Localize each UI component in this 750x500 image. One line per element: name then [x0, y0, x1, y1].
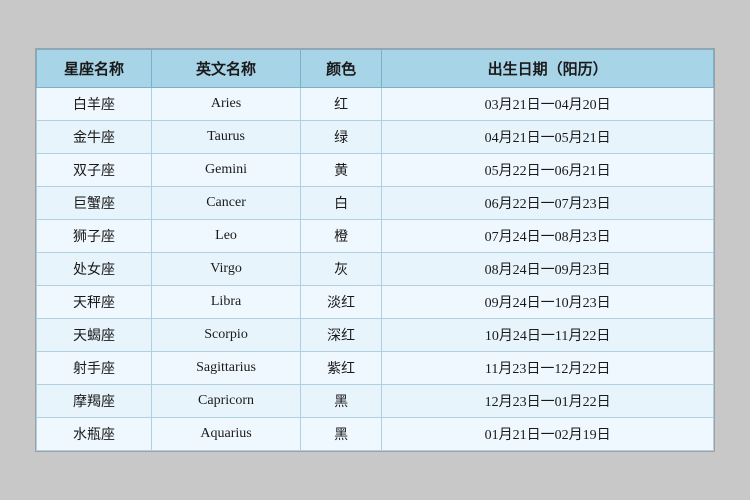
cell-color: 黑	[301, 385, 382, 418]
cell-date: 09月24日一10月23日	[382, 286, 714, 319]
cell-date: 04月21日一05月21日	[382, 121, 714, 154]
cell-date: 10月24日一11月22日	[382, 319, 714, 352]
cell-color: 灰	[301, 253, 382, 286]
cell-zh: 白羊座	[37, 88, 152, 121]
cell-date: 12月23日一01月22日	[382, 385, 714, 418]
cell-color: 绿	[301, 121, 382, 154]
cell-color: 黄	[301, 154, 382, 187]
cell-color: 紫红	[301, 352, 382, 385]
zodiac-table-container: 星座名称 英文名称 颜色 出生日期（阳历） 白羊座Aries红03月21日一04…	[35, 48, 715, 452]
table-row: 摩羯座Capricorn黑12月23日一01月22日	[37, 385, 714, 418]
cell-zh: 金牛座	[37, 121, 152, 154]
cell-date: 07月24日一08月23日	[382, 220, 714, 253]
cell-zh: 水瓶座	[37, 418, 152, 451]
cell-en: Aquarius	[152, 418, 301, 451]
cell-color: 黑	[301, 418, 382, 451]
cell-date: 11月23日一12月22日	[382, 352, 714, 385]
table-row: 白羊座Aries红03月21日一04月20日	[37, 88, 714, 121]
cell-en: Taurus	[152, 121, 301, 154]
table-row: 金牛座Taurus绿04月21日一05月21日	[37, 121, 714, 154]
zodiac-table: 星座名称 英文名称 颜色 出生日期（阳历） 白羊座Aries红03月21日一04…	[36, 49, 714, 451]
cell-en: Aries	[152, 88, 301, 121]
cell-zh: 天秤座	[37, 286, 152, 319]
cell-zh: 摩羯座	[37, 385, 152, 418]
cell-color: 红	[301, 88, 382, 121]
cell-date: 03月21日一04月20日	[382, 88, 714, 121]
cell-en: Sagittarius	[152, 352, 301, 385]
table-row: 天秤座Libra淡红09月24日一10月23日	[37, 286, 714, 319]
header-en: 英文名称	[152, 50, 301, 88]
table-row: 双子座Gemini黄05月22日一06月21日	[37, 154, 714, 187]
cell-zh: 射手座	[37, 352, 152, 385]
cell-en: Scorpio	[152, 319, 301, 352]
cell-en: Leo	[152, 220, 301, 253]
cell-en: Cancer	[152, 187, 301, 220]
header-date: 出生日期（阳历）	[382, 50, 714, 88]
table-header-row: 星座名称 英文名称 颜色 出生日期（阳历）	[37, 50, 714, 88]
header-color: 颜色	[301, 50, 382, 88]
cell-zh: 处女座	[37, 253, 152, 286]
cell-zh: 狮子座	[37, 220, 152, 253]
table-row: 巨蟹座Cancer白06月22日一07月23日	[37, 187, 714, 220]
table-row: 狮子座Leo橙07月24日一08月23日	[37, 220, 714, 253]
cell-zh: 双子座	[37, 154, 152, 187]
cell-en: Libra	[152, 286, 301, 319]
cell-date: 08月24日一09月23日	[382, 253, 714, 286]
cell-date: 05月22日一06月21日	[382, 154, 714, 187]
cell-color: 白	[301, 187, 382, 220]
table-row: 水瓶座Aquarius黑01月21日一02月19日	[37, 418, 714, 451]
cell-color: 淡红	[301, 286, 382, 319]
table-row: 天蝎座Scorpio深红10月24日一11月22日	[37, 319, 714, 352]
cell-en: Capricorn	[152, 385, 301, 418]
header-zh: 星座名称	[37, 50, 152, 88]
cell-zh: 巨蟹座	[37, 187, 152, 220]
cell-zh: 天蝎座	[37, 319, 152, 352]
cell-date: 01月21日一02月19日	[382, 418, 714, 451]
cell-date: 06月22日一07月23日	[382, 187, 714, 220]
cell-en: Gemini	[152, 154, 301, 187]
cell-en: Virgo	[152, 253, 301, 286]
table-row: 射手座Sagittarius紫红11月23日一12月22日	[37, 352, 714, 385]
table-row: 处女座Virgo灰08月24日一09月23日	[37, 253, 714, 286]
cell-color: 深红	[301, 319, 382, 352]
cell-color: 橙	[301, 220, 382, 253]
